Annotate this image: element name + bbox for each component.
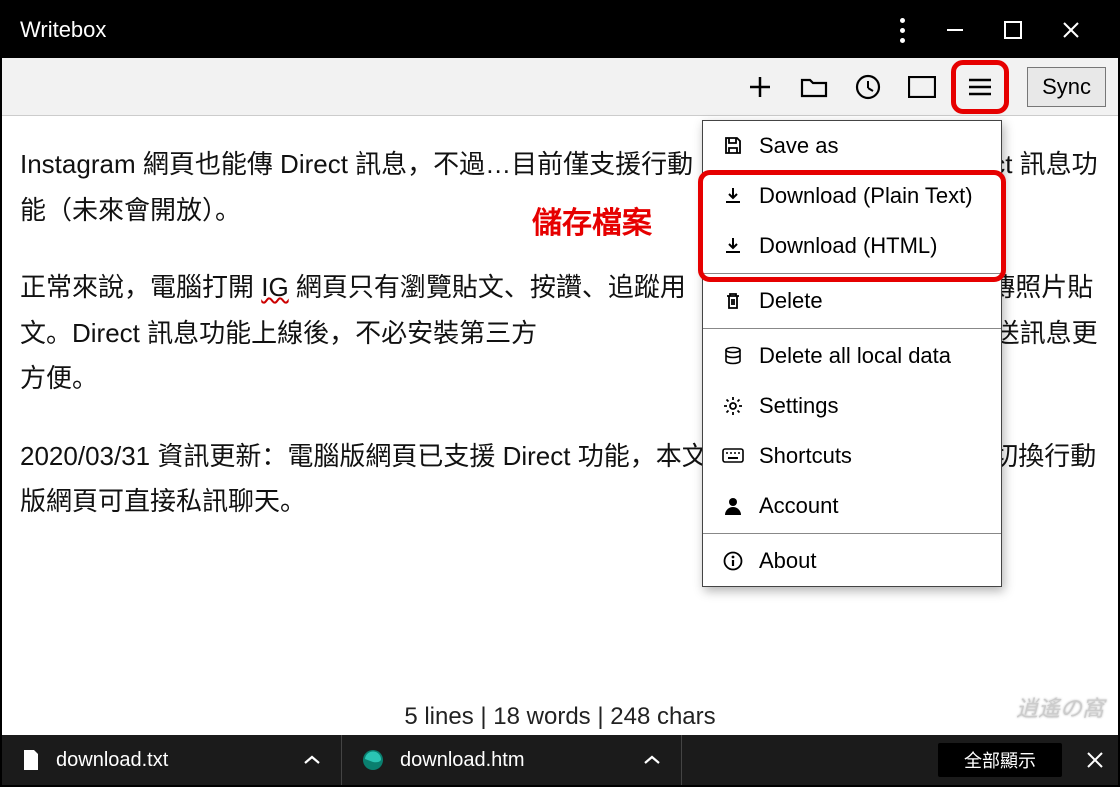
save-icon — [721, 136, 745, 156]
download-item-1[interactable]: download.txt — [2, 735, 342, 785]
show-all-downloads-button[interactable]: 全部顯示 — [938, 743, 1062, 777]
downloads-bar: download.txt download.htm 全部顯示 — [2, 735, 1118, 785]
menu-settings[interactable]: Settings — [703, 381, 1001, 431]
sync-button[interactable]: Sync — [1027, 67, 1106, 107]
titlebar: Writebox — [2, 2, 1118, 58]
close-downloads-button[interactable] — [1072, 751, 1118, 769]
window-title: Writebox — [20, 17, 106, 43]
history-button[interactable] — [843, 65, 893, 109]
menu-shortcuts[interactable]: Shortcuts — [703, 431, 1001, 481]
menu-button-highlight — [951, 60, 1009, 114]
menu-download-html[interactable]: Download (HTML) — [703, 221, 1001, 271]
gear-icon — [721, 396, 745, 416]
menu-delete[interactable]: Delete — [703, 276, 1001, 326]
download-icon — [721, 186, 745, 206]
toolbar: Sync — [2, 58, 1118, 116]
menu-delete-all[interactable]: Delete all local data — [703, 331, 1001, 381]
keyboard-icon — [721, 448, 745, 464]
trash-icon — [721, 291, 745, 311]
menu-account[interactable]: Account — [703, 481, 1001, 531]
chevron-up-icon[interactable] — [303, 754, 321, 766]
maximize-button[interactable] — [984, 2, 1042, 58]
file-icon — [22, 749, 40, 771]
close-button[interactable] — [1042, 2, 1100, 58]
edge-icon — [362, 749, 384, 771]
user-icon — [721, 496, 745, 516]
info-icon — [721, 551, 745, 571]
dropdown-menu: Save as Download (Plain Text) Download (… — [702, 120, 1002, 587]
menu-about[interactable]: About — [703, 536, 1001, 586]
layout-button[interactable] — [897, 65, 947, 109]
status-bar: 5 lines | 18 words | 248 chars — [2, 703, 1118, 731]
annotation-label: 儲存檔案 — [532, 198, 652, 251]
open-folder-button[interactable] — [789, 65, 839, 109]
menu-button[interactable] — [967, 77, 993, 97]
database-icon — [721, 346, 745, 366]
download-item-2[interactable]: download.htm — [342, 735, 682, 785]
more-icon[interactable] — [878, 2, 926, 58]
menu-save-as[interactable]: Save as — [703, 121, 1001, 171]
minimize-button[interactable] — [926, 2, 984, 58]
download-icon — [721, 236, 745, 256]
chevron-up-icon[interactable] — [643, 754, 661, 766]
menu-download-txt[interactable]: Download (Plain Text) — [703, 171, 1001, 221]
new-file-button[interactable] — [735, 65, 785, 109]
